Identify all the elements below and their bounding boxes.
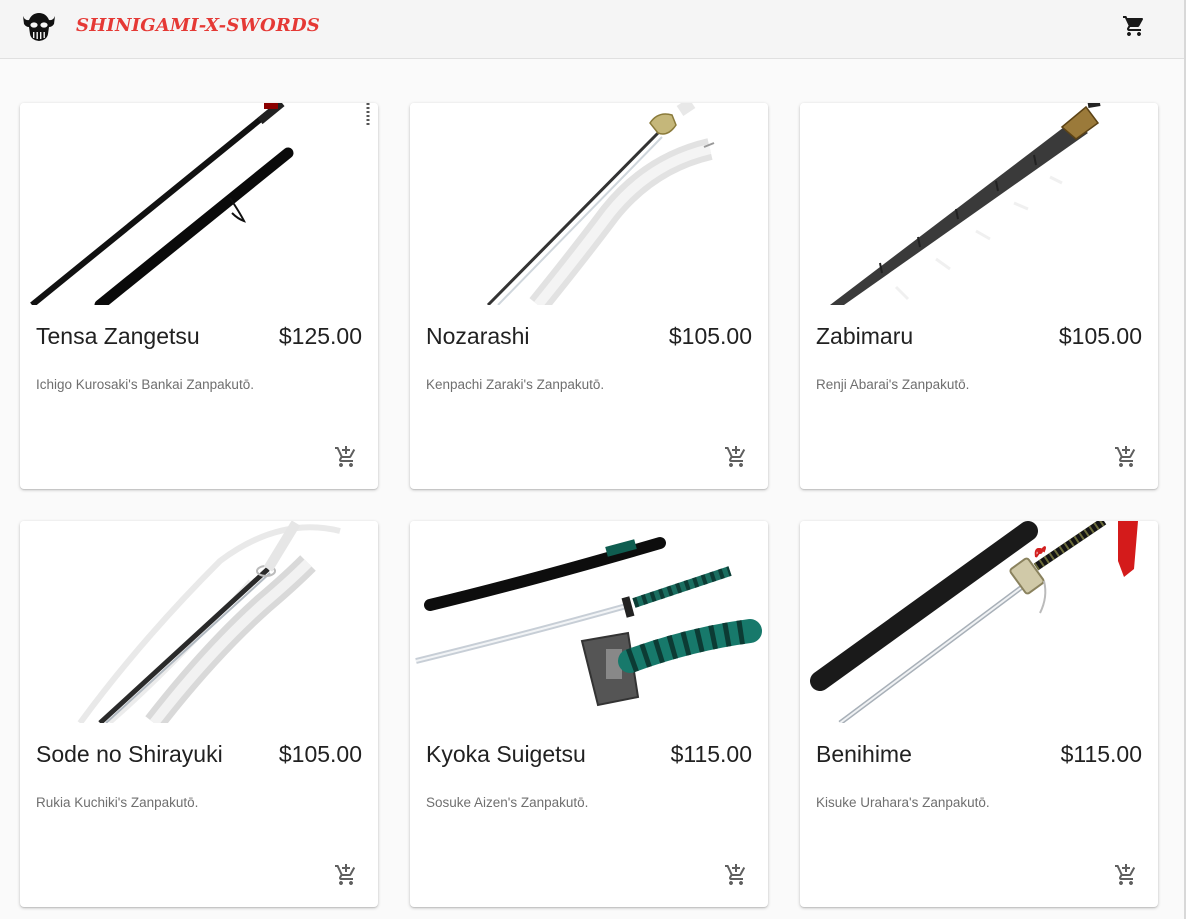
skull-icon[interactable]: [20, 10, 58, 42]
product-title[interactable]: Zabimaru: [816, 323, 913, 350]
add-shopping-cart-icon: [1114, 863, 1138, 887]
add-shopping-cart-icon: [334, 445, 358, 469]
product-card[interactable]: Kyoka Suigetsu $115.00 Sosuke Aizen's Za…: [410, 521, 768, 907]
app-bar: SHINIGAMI-X-SWORDS: [0, 0, 1184, 59]
product-description: Sosuke Aizen's Zanpakutō.: [426, 795, 589, 810]
product-card[interactable]: Tensa Zangetsu $125.00 Ichigo Kurosaki's…: [20, 103, 378, 489]
product-description: Rukia Kuchiki's Zanpakutō.: [36, 795, 199, 810]
add-to-cart-button[interactable]: [722, 443, 750, 471]
add-to-cart-button[interactable]: [1112, 861, 1140, 889]
product-card[interactable]: Nozarashi $105.00 Kenpachi Zaraki's Zanp…: [410, 103, 768, 489]
add-shopping-cart-icon: [334, 863, 358, 887]
product-price: $105.00: [1058, 323, 1142, 349]
add-to-cart-button[interactable]: [332, 443, 360, 471]
product-image[interactable]: [800, 521, 1158, 723]
product-card[interactable]: Zabimaru $105.00 Renji Abarai's Zanpakut…: [800, 103, 1158, 489]
product-image[interactable]: [410, 521, 768, 723]
brand-title[interactable]: SHINIGAMI-X-SWORDS: [76, 15, 320, 36]
add-to-cart-button[interactable]: [1112, 443, 1140, 471]
product-card[interactable]: Benihime $115.00 Kisuke Urahara's Zanpak…: [800, 521, 1158, 907]
add-to-cart-button[interactable]: [332, 861, 360, 889]
product-image[interactable]: [800, 103, 1158, 305]
product-title[interactable]: Tensa Zangetsu: [36, 323, 200, 350]
product-price: $125.00: [278, 323, 362, 349]
product-title[interactable]: Benihime: [816, 741, 912, 768]
add-shopping-cart-icon: [724, 863, 748, 887]
product-description: Kisuke Urahara's Zanpakutō.: [816, 795, 990, 810]
product-image[interactable]: [410, 103, 768, 305]
product-price: $105.00: [668, 323, 752, 349]
product-image[interactable]: [20, 103, 378, 305]
add-to-cart-button[interactable]: [722, 861, 750, 889]
product-card[interactable]: Sode no Shirayuki $105.00 Rukia Kuchiki'…: [20, 521, 378, 907]
product-price: $105.00: [278, 741, 362, 767]
product-description: Kenpachi Zaraki's Zanpakutō.: [426, 377, 605, 392]
product-title[interactable]: Nozarashi: [426, 323, 530, 350]
product-description: Ichigo Kurosaki's Bankai Zanpakutō.: [36, 377, 254, 392]
add-shopping-cart-icon: [724, 445, 748, 469]
shopping-cart-button[interactable]: [1121, 13, 1147, 39]
product-title[interactable]: Sode no Shirayuki: [36, 741, 223, 768]
product-image[interactable]: [20, 521, 378, 723]
product-grid: Tensa Zangetsu $125.00 Ichigo Kurosaki's…: [20, 103, 1158, 907]
product-description: Renji Abarai's Zanpakutō.: [816, 377, 970, 392]
add-shopping-cart-icon: [1114, 445, 1138, 469]
product-price: $115.00: [1060, 741, 1142, 767]
product-price: $115.00: [670, 741, 752, 767]
product-title[interactable]: Kyoka Suigetsu: [426, 741, 586, 768]
shopping-cart-icon: [1123, 16, 1144, 36]
